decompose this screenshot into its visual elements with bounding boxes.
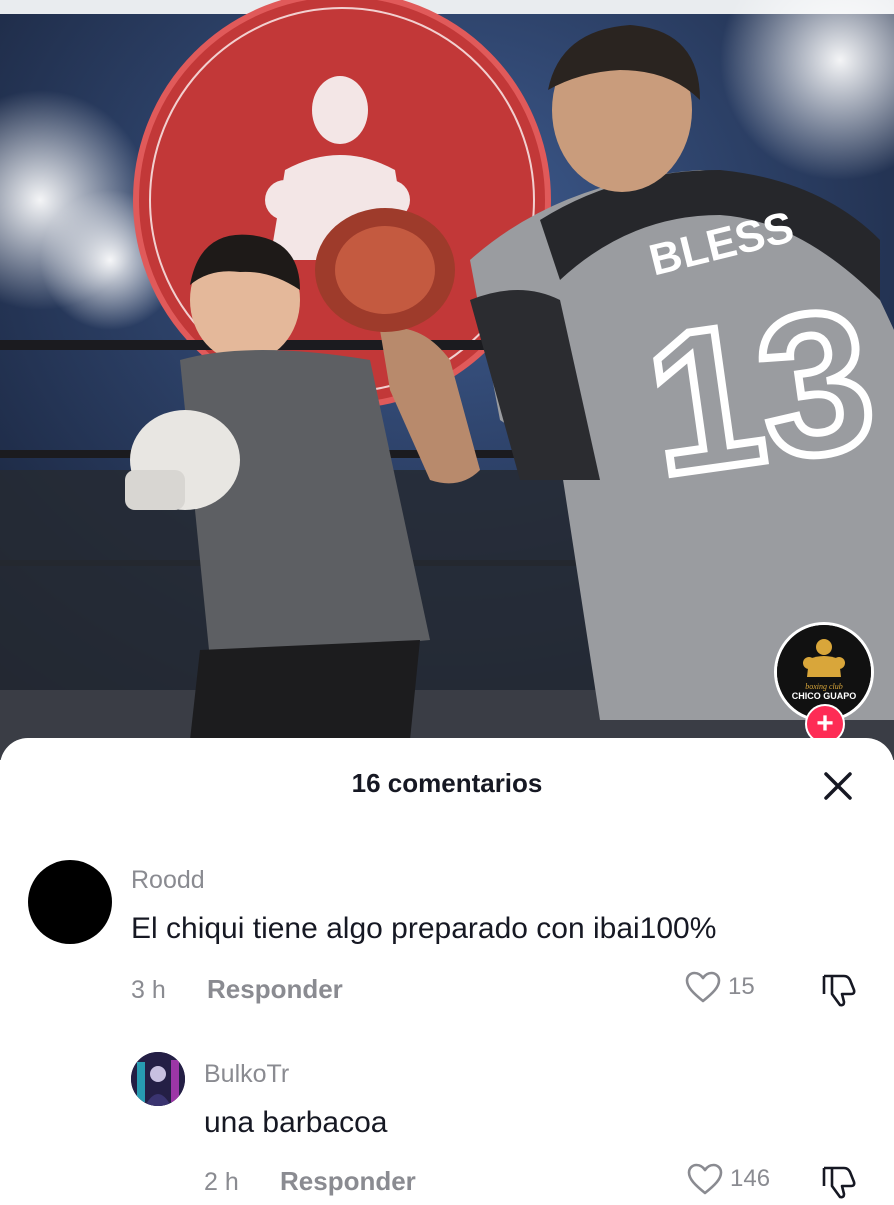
like-count: 146	[730, 1165, 771, 1192]
comment-item: Roodd El chiqui tiene algo preparado con…	[0, 856, 894, 1016]
comment-text: una barbacoa	[204, 1106, 388, 1139]
video-frame: BLESS 13	[0, 0, 894, 760]
creator-badge-text: CHICO GUAPO	[792, 691, 857, 701]
heart-icon	[687, 1163, 723, 1195]
thumbs-down-icon	[822, 1166, 856, 1199]
like-button[interactable]: 146	[686, 1162, 770, 1196]
avatar[interactable]	[131, 1052, 185, 1106]
dislike-button[interactable]	[820, 972, 858, 1013]
thumbs-down-icon	[822, 974, 856, 1007]
avatar[interactable]	[28, 860, 112, 944]
heart-icon	[685, 971, 721, 1003]
close-icon	[824, 772, 852, 800]
comment-text: El chiqui tiene algo preparado con ibai1…	[131, 912, 717, 945]
like-button[interactable]: 15	[684, 970, 755, 1004]
comments-count-title: 16 comentarios	[351, 768, 543, 798]
jersey-number-text: 13	[635, 266, 886, 518]
like-count: 15	[728, 973, 755, 1000]
avatar-image	[131, 1052, 185, 1106]
comment-item: BulkoTr una barbacoa 2 h Responder 146	[0, 1050, 894, 1200]
comment-username[interactable]: Roodd	[131, 866, 205, 895]
reply-button[interactable]: Responder	[280, 1166, 416, 1197]
video-player[interactable]: BLESS 13 boxing club CHICO GUAPO +	[0, 0, 894, 760]
plus-icon: +	[816, 707, 834, 740]
comment-time: 2 h	[204, 1168, 239, 1196]
reply-button[interactable]: Responder	[207, 974, 343, 1005]
comment-time: 3 h	[131, 976, 166, 1004]
dislike-button[interactable]	[820, 1164, 858, 1205]
comments-sheet: 16 comentarios Roodd El chiqui tiene alg…	[0, 738, 894, 1200]
creator-badge-subtext: boxing club	[805, 682, 843, 691]
close-button[interactable]	[820, 768, 856, 804]
comment-username[interactable]: BulkoTr	[204, 1060, 289, 1089]
